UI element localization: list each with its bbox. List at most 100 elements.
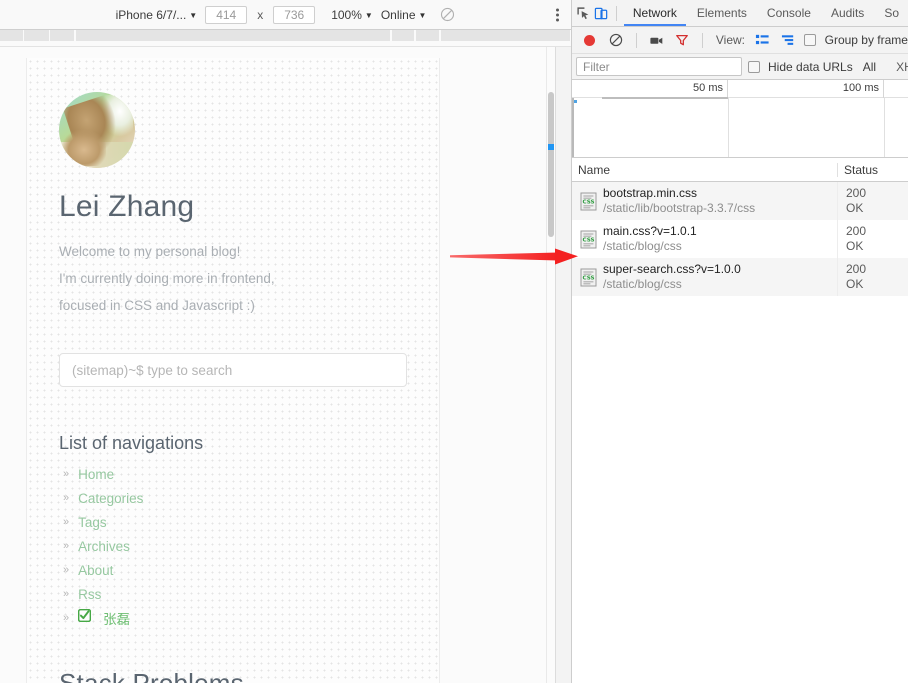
chevron-right-icon: » bbox=[63, 563, 70, 576]
hide-data-urls-checkbox[interactable] bbox=[748, 60, 760, 73]
request-status-cell: 200 OK bbox=[838, 262, 908, 292]
scrollbar-thumb[interactable] bbox=[548, 92, 554, 237]
sidebar-item-archives[interactable]: Archives bbox=[78, 539, 130, 554]
devtools-panel: Network Elements Console Audits So View:… bbox=[572, 0, 908, 683]
tab-network[interactable]: Network bbox=[623, 0, 686, 26]
sidebar-item-tags[interactable]: Tags bbox=[78, 515, 107, 530]
no-throttling-icon[interactable] bbox=[440, 7, 455, 22]
toolbar-divider bbox=[702, 32, 703, 48]
list-view-icon[interactable] bbox=[752, 28, 774, 52]
column-header-status[interactable]: Status bbox=[838, 163, 908, 177]
sidebar-item-author[interactable]: 张磊 bbox=[103, 608, 130, 628]
post-title: Stack Problems bbox=[59, 668, 244, 683]
request-name-cell: CSS super-search.css?v=1.0.0 /static/blo… bbox=[572, 258, 838, 296]
css-file-icon: CSS bbox=[580, 268, 597, 287]
request-status-cell: 200 OK bbox=[838, 224, 908, 254]
tab-elements[interactable]: Elements bbox=[688, 0, 756, 26]
table-row[interactable]: CSS super-search.css?v=1.0.0 /static/blo… bbox=[572, 258, 908, 296]
sidebar-item-categories[interactable]: Categories bbox=[78, 491, 143, 506]
device-select-label: iPhone 6/7/... bbox=[115, 7, 187, 22]
viewport-scrollbar[interactable] bbox=[546, 47, 555, 683]
device-select[interactable]: iPhone 6/7/... ▼ bbox=[116, 8, 198, 22]
chevron-right-icon: » bbox=[63, 467, 70, 480]
status-code: 200 bbox=[846, 186, 867, 200]
zoom-label: 100% bbox=[331, 7, 362, 22]
device-viewport: Lei Zhang Welcome to my personal blog! I… bbox=[0, 47, 556, 683]
more-options-icon[interactable] bbox=[556, 8, 559, 21]
sidebar-item-rss[interactable]: Rss bbox=[78, 587, 101, 602]
navigation-heading: List of navigations bbox=[59, 433, 204, 453]
camera-icon[interactable] bbox=[645, 28, 667, 52]
chevron-down-icon: ▼ bbox=[364, 10, 373, 20]
overview-tick: 50 ms bbox=[572, 80, 728, 98]
toolbar-divider bbox=[635, 32, 637, 48]
intro-text: Welcome to my personal blog! I'm current… bbox=[59, 238, 407, 319]
hide-data-urls-label: Hide data URLs bbox=[768, 59, 853, 74]
zoom-select[interactable]: 100% ▼ bbox=[331, 8, 373, 22]
request-name: super-search.css?v=1.0.0 bbox=[603, 262, 741, 276]
group-by-frame-checkbox[interactable] bbox=[803, 34, 816, 46]
sidebar-item-home[interactable]: Home bbox=[78, 467, 114, 482]
css-file-icon: CSS bbox=[580, 230, 597, 249]
request-path: /static/blog/css bbox=[603, 239, 682, 253]
intro-line: Welcome to my personal blog! bbox=[59, 244, 241, 259]
list-item[interactable]: » About bbox=[59, 558, 407, 582]
list-item[interactable]: » 张磊 bbox=[59, 606, 407, 630]
tab-console[interactable]: Console bbox=[758, 0, 820, 26]
device-height-input[interactable]: 736 bbox=[273, 5, 316, 24]
list-item[interactable]: » Rss bbox=[59, 582, 407, 606]
list-item[interactable]: » Tags bbox=[59, 510, 407, 534]
status-text: OK bbox=[846, 201, 864, 215]
status-code: 200 bbox=[846, 224, 867, 238]
svg-text:CSS: CSS bbox=[582, 275, 594, 281]
status-text: OK bbox=[846, 277, 864, 291]
filter-type-xhr[interactable]: XHR bbox=[892, 60, 908, 74]
record-button-icon[interactable] bbox=[579, 28, 601, 52]
inspect-element-icon[interactable] bbox=[576, 1, 592, 25]
chevron-down-icon: ▼ bbox=[189, 10, 198, 20]
filter-input[interactable] bbox=[576, 57, 742, 76]
network-throttle-select[interactable]: Online ▼ bbox=[381, 8, 427, 22]
request-name-cell: CSS bootstrap.min.css /static/lib/bootst… bbox=[572, 182, 838, 220]
request-name-cell: CSS main.css?v=1.0.1 /static/blog/css bbox=[572, 220, 838, 258]
network-filter-bar: Hide data URLs All XHR bbox=[572, 54, 908, 80]
table-row[interactable]: CSS bootstrap.min.css /static/lib/bootst… bbox=[572, 182, 908, 220]
check-square-icon bbox=[78, 608, 92, 627]
column-header-name[interactable]: Name bbox=[572, 162, 838, 177]
filter-funnel-icon[interactable] bbox=[671, 28, 693, 52]
device-width-input[interactable]: 414 bbox=[205, 5, 248, 24]
status-code: 200 bbox=[846, 262, 867, 276]
search-input[interactable] bbox=[59, 353, 407, 387]
overview-body bbox=[572, 97, 908, 157]
request-path: /static/lib/bootstrap-3.3.7/css bbox=[603, 201, 756, 215]
search-container bbox=[59, 353, 407, 387]
table-row[interactable]: CSS main.css?v=1.0.1 /static/blog/css 20… bbox=[572, 220, 908, 258]
device-emulation-pane: iPhone 6/7/... ▼ 414 x 736 100% ▼ Online… bbox=[0, 0, 578, 683]
intro-line: focused in CSS and Javascript :) bbox=[59, 298, 255, 313]
request-name: bootstrap.min.css bbox=[603, 186, 698, 200]
css-file-icon: CSS bbox=[580, 192, 597, 211]
navigation-list: » Home » Categories » Tags » Archives » … bbox=[59, 462, 407, 630]
sidebar-item-about[interactable]: About bbox=[78, 563, 113, 578]
filter-type-all[interactable]: All bbox=[859, 60, 880, 74]
tab-audits[interactable]: Audits bbox=[822, 0, 873, 26]
list-item[interactable]: » Categories bbox=[59, 486, 407, 510]
toolbar-divider bbox=[616, 5, 617, 21]
clear-icon[interactable] bbox=[605, 28, 627, 52]
overview-tick: 100 ms bbox=[728, 80, 884, 98]
page-title: Lei Zhang bbox=[59, 190, 195, 223]
svg-text:CSS: CSS bbox=[582, 199, 594, 205]
group-by-frame-label: Group by frame bbox=[824, 33, 908, 47]
toggle-device-toolbar-icon[interactable] bbox=[594, 1, 610, 25]
tab-sources[interactable]: So bbox=[875, 0, 908, 26]
chevron-right-icon: » bbox=[63, 491, 70, 504]
network-overview-timeline[interactable]: 50 ms 100 ms bbox=[572, 80, 908, 158]
list-item[interactable]: » Archives bbox=[59, 534, 407, 558]
device-ruler bbox=[0, 30, 571, 47]
waterfall-view-icon[interactable] bbox=[778, 28, 800, 52]
device-toolbar: iPhone 6/7/... ▼ 414 x 736 100% ▼ Online… bbox=[0, 0, 571, 30]
svg-text:CSS: CSS bbox=[582, 237, 594, 243]
list-item[interactable]: » Home bbox=[59, 462, 407, 486]
scrollbar-marker bbox=[548, 144, 554, 150]
avatar bbox=[59, 92, 135, 168]
